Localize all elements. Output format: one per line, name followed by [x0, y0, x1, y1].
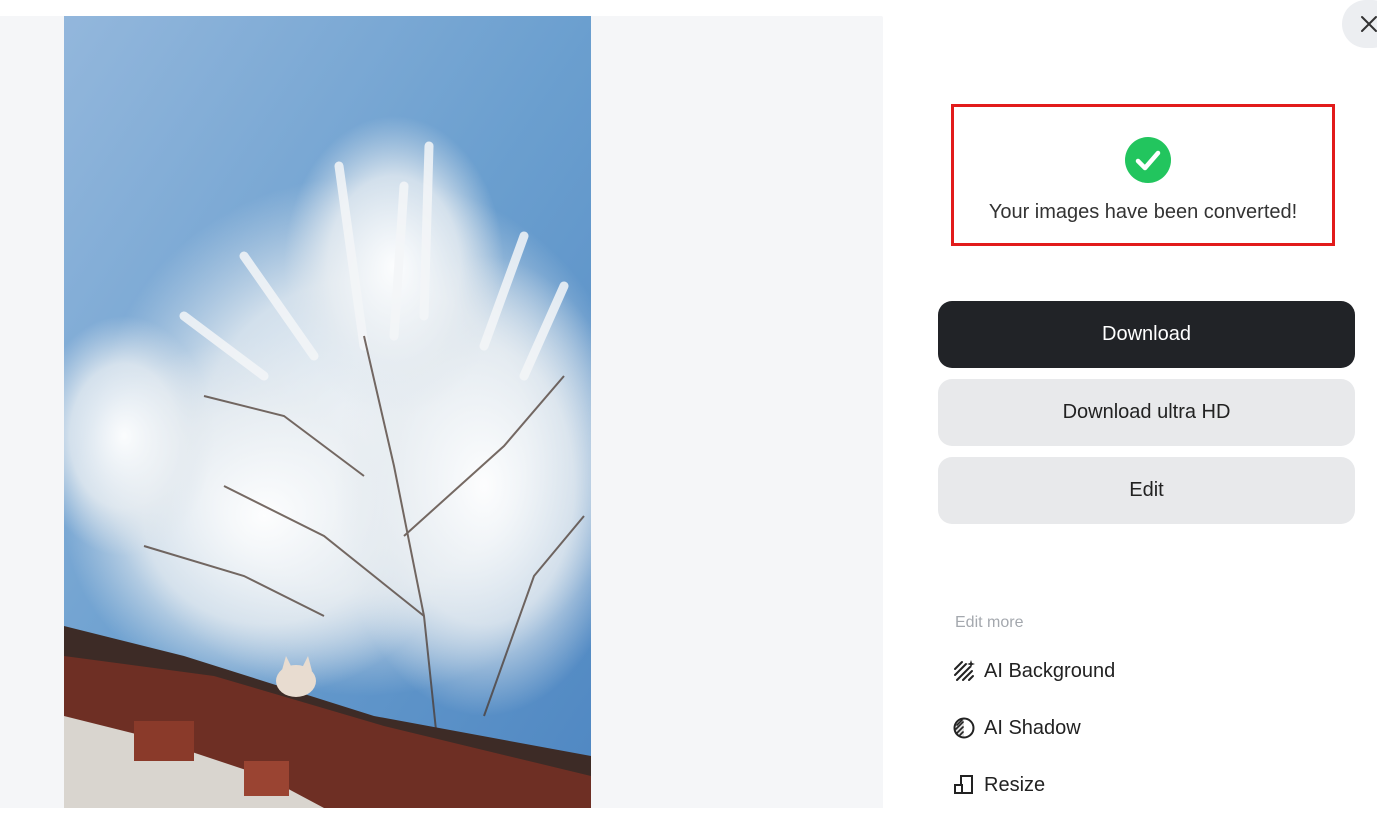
ai-background-label: AI Background: [984, 659, 1116, 682]
ai-background-icon: [954, 660, 975, 681]
success-message: Your images have been converted!: [988, 201, 1298, 223]
edit-button[interactable]: Edit: [938, 457, 1355, 524]
download-button[interactable]: Download: [938, 301, 1355, 368]
conversion-success-box: Your images have been converted!: [951, 104, 1335, 246]
converter-result-dialog: Your images have been converted! Downloa…: [0, 0, 1377, 834]
ai-shadow-icon: [953, 717, 975, 739]
edit-more-resize[interactable]: Resize: [952, 771, 1045, 799]
image-preview-panel: [0, 16, 883, 808]
check-circle-icon: [1125, 137, 1171, 183]
edit-more-heading: Edit more: [955, 614, 1024, 631]
edit-more-ai-shadow[interactable]: AI Shadow: [952, 714, 1081, 742]
download-ultra-hd-button[interactable]: Download ultra HD: [938, 379, 1355, 446]
edit-more-ai-background[interactable]: AI Background: [952, 657, 1115, 685]
resize-label: Resize: [984, 773, 1046, 796]
converted-image-preview: [64, 16, 591, 808]
resize-icon: [954, 775, 973, 794]
ai-shadow-label: AI Shadow: [984, 716, 1081, 739]
close-button[interactable]: [1342, 0, 1377, 48]
close-icon: [1361, 16, 1377, 32]
